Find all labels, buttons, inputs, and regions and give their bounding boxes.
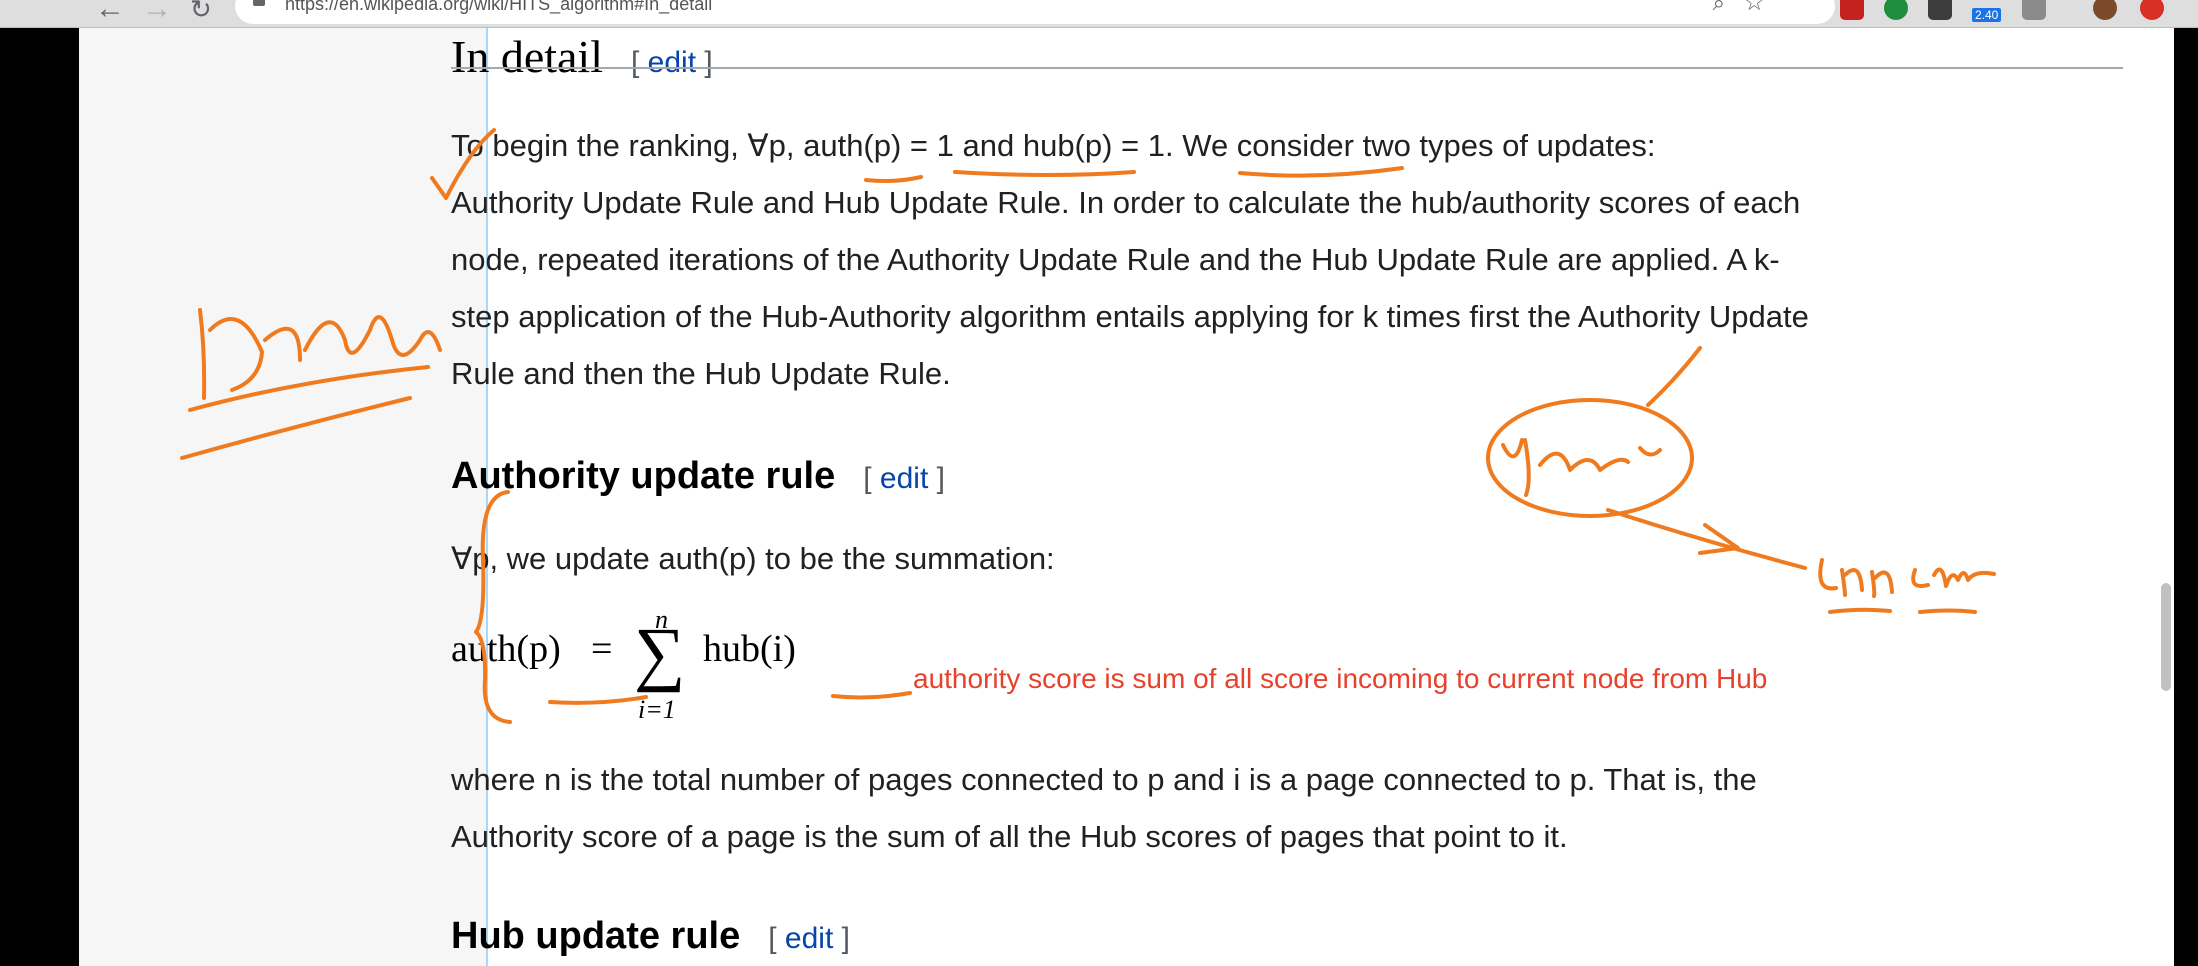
cnn-ink	[1818, 558, 1996, 598]
yahoo-circle	[1486, 398, 1694, 518]
yahoo-ink	[1501, 438, 1662, 497]
cnn-underline-1	[1828, 607, 1892, 614]
underline-formula-rhs	[831, 691, 912, 700]
link-arrow	[1606, 508, 1807, 570]
underline-hub	[1238, 166, 1404, 178]
iterative-ink	[198, 308, 442, 400]
incoming-arrow	[1646, 346, 1702, 407]
underline-formula-lhs	[548, 695, 648, 705]
cnn-underline-2	[1918, 608, 1977, 614]
checkmark-ink	[430, 128, 496, 200]
ink-annotation-layer	[180, 128, 1996, 724]
brace-ink	[474, 490, 512, 724]
underline-auth	[953, 170, 1136, 177]
underline-forall-p	[864, 175, 923, 183]
iterative-underline-2	[180, 396, 412, 460]
